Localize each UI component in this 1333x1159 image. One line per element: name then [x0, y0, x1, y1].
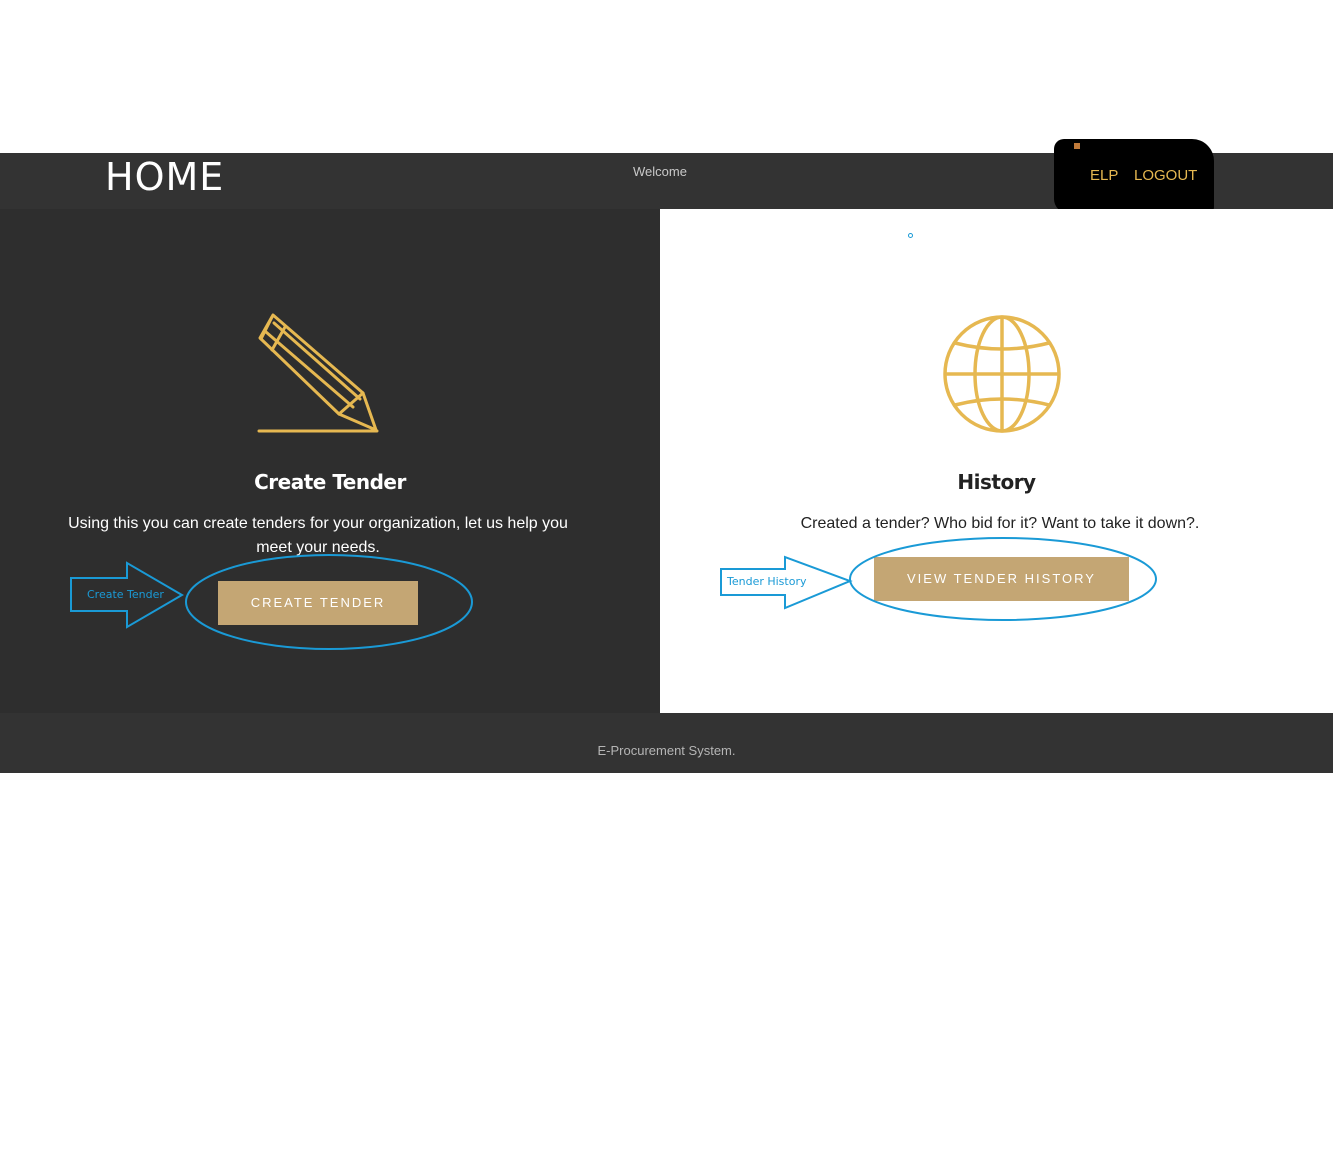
annotation-overlay: [70, 537, 1157, 650]
tender-history-highlight-ellipse: [849, 537, 1157, 621]
create-tender-highlight-ellipse: [185, 554, 473, 650]
create-tender-annotation-label: Create Tender: [87, 588, 164, 601]
tender-history-annotation-label: Tender History: [727, 575, 807, 588]
